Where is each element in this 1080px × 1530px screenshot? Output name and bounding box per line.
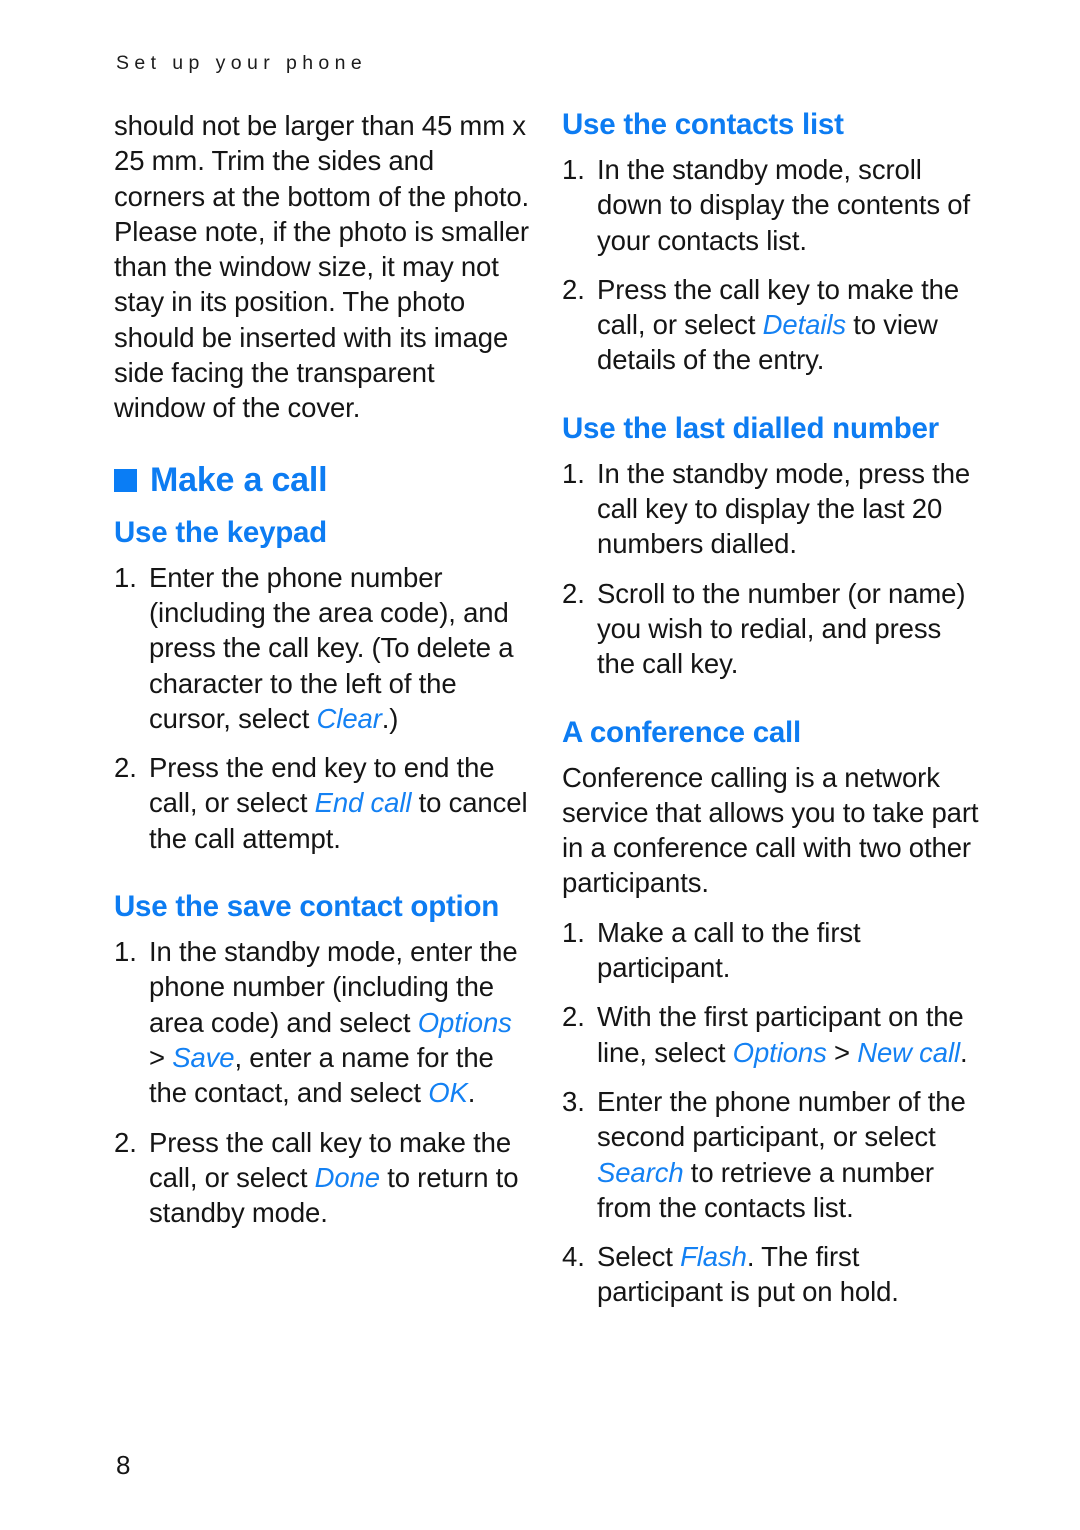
- ui-label-options: Options: [732, 1036, 827, 1068]
- step-number: 2.: [562, 577, 585, 609]
- ui-label-new-call: New call: [857, 1036, 961, 1068]
- spacer: [562, 1070, 980, 1084]
- spacer: [562, 985, 980, 999]
- step-number: 1.: [562, 154, 585, 185]
- continued-paragraph: should not be larger than 45 mm x 25 mm.…: [114, 110, 530, 424]
- step-item: 2. With the first participant on the line…: [562, 999, 980, 1070]
- step-text: >: [826, 1036, 858, 1068]
- step-item: 4. Select Flash. The first participant is…: [562, 1239, 980, 1310]
- left-column: should not be larger than 45 mm x 25 mm.…: [114, 108, 532, 1230]
- spacer: [114, 736, 532, 750]
- step-text: .: [960, 1036, 968, 1068]
- step-number: 1.: [114, 936, 137, 968]
- step-text: In the standby mode, press the call key …: [597, 457, 971, 560]
- ui-label-end-call: End call: [314, 787, 412, 819]
- spacer: [562, 562, 980, 576]
- step-item: 2. Press the call key to make the call, o…: [562, 272, 980, 378]
- step-number: 2.: [114, 752, 137, 784]
- manual-page: Set up your phone should not be larger t…: [0, 0, 1080, 1530]
- section-heading-use-the-keypad: Use the keypad: [114, 515, 327, 549]
- step-list: 1. In the standby mode, press the call ke…: [562, 456, 980, 682]
- step-number: 1.: [114, 561, 137, 593]
- step-text: >: [149, 1041, 173, 1073]
- filled-square-icon: [114, 469, 137, 493]
- step-list: 1. In the standby mode, enter the phone n…: [114, 934, 532, 1230]
- spacer: [562, 1225, 980, 1239]
- section-heading-use-the-save-contact-option: Use the save contact option: [114, 890, 500, 924]
- step-number: 4.: [562, 1241, 585, 1273]
- ui-label-options: Options: [417, 1006, 512, 1038]
- step-number: 1.: [562, 457, 585, 489]
- section-heading-use-the-last-dialled-number: Use the last dialled number: [562, 411, 939, 445]
- step-number: 2.: [562, 273, 585, 305]
- step-text: Scroll to the number (or name) you wish …: [597, 577, 966, 680]
- step-item: 2. Scroll to the number (or name) you wis…: [562, 576, 980, 682]
- right-sections: Use the contacts list 1. In the standby mo…: [562, 108, 980, 1310]
- right-column: Use the contacts list 1. In the standby mo…: [562, 108, 980, 1310]
- ui-label-clear: Clear: [316, 702, 382, 734]
- section-heading-a-conference-call: A conference call: [562, 715, 801, 749]
- step-item: 2. Press the call key to make the call, o…: [114, 1125, 532, 1231]
- ui-label-flash: Flash: [680, 1241, 747, 1273]
- ui-label-done: Done: [314, 1161, 380, 1193]
- step-number: 1.: [562, 916, 585, 948]
- step-list: 1. In the standby mode, scroll down to di…: [562, 152, 980, 378]
- running-header: Set up your phone: [116, 52, 368, 74]
- step-text: Make a call to the first participant.: [597, 916, 861, 984]
- step-text: Select: [597, 1241, 681, 1273]
- step-item: 1. In the standby mode, press the call ke…: [562, 456, 980, 562]
- left-sections: Use the keypad 1. Enter the phone number (…: [114, 516, 532, 1231]
- chapter-heading-make-a-call: Make a call: [114, 460, 532, 500]
- ui-label-save: Save: [172, 1041, 235, 1073]
- section-intro-paragraph: Conference calling is a network service …: [562, 761, 979, 899]
- step-list: 1. Enter the phone number (including the …: [114, 560, 532, 856]
- step-number: 2.: [114, 1126, 137, 1158]
- spacer: [114, 1111, 532, 1125]
- ui-label-ok: OK: [428, 1077, 468, 1109]
- step-number: 2.: [562, 1001, 585, 1033]
- ui-label-search: Search: [597, 1156, 684, 1188]
- step-text: .: [467, 1077, 476, 1109]
- step-item: 1. In the standby mode, enter the phone n…: [114, 934, 532, 1110]
- page-number: 8: [116, 1450, 131, 1480]
- step-item: 1. Make a call to the first participant.: [562, 915, 980, 986]
- chapter-heading-label: Make a call: [150, 460, 328, 499]
- spacer: [562, 258, 980, 272]
- step-text: In the standby mode, scroll down to disp…: [597, 154, 971, 256]
- step-text: .): [381, 702, 399, 734]
- step-item: 1. Enter the phone number (including the …: [114, 560, 532, 736]
- step-item: 3. Enter the phone number of the second p…: [562, 1084, 980, 1225]
- step-item: 1. In the standby mode, scroll down to di…: [562, 152, 980, 258]
- ui-label-details: Details: [762, 309, 846, 341]
- section-heading-use-the-contacts-list: Use the contacts list: [562, 108, 844, 141]
- step-number: 3.: [562, 1085, 585, 1117]
- step-item: 2. Press the end key to end the call, or …: [114, 750, 532, 856]
- step-list: 1. Make a call to the first participant. 2…: [562, 915, 980, 1310]
- step-text: Enter the phone number of the second par…: [597, 1085, 966, 1153]
